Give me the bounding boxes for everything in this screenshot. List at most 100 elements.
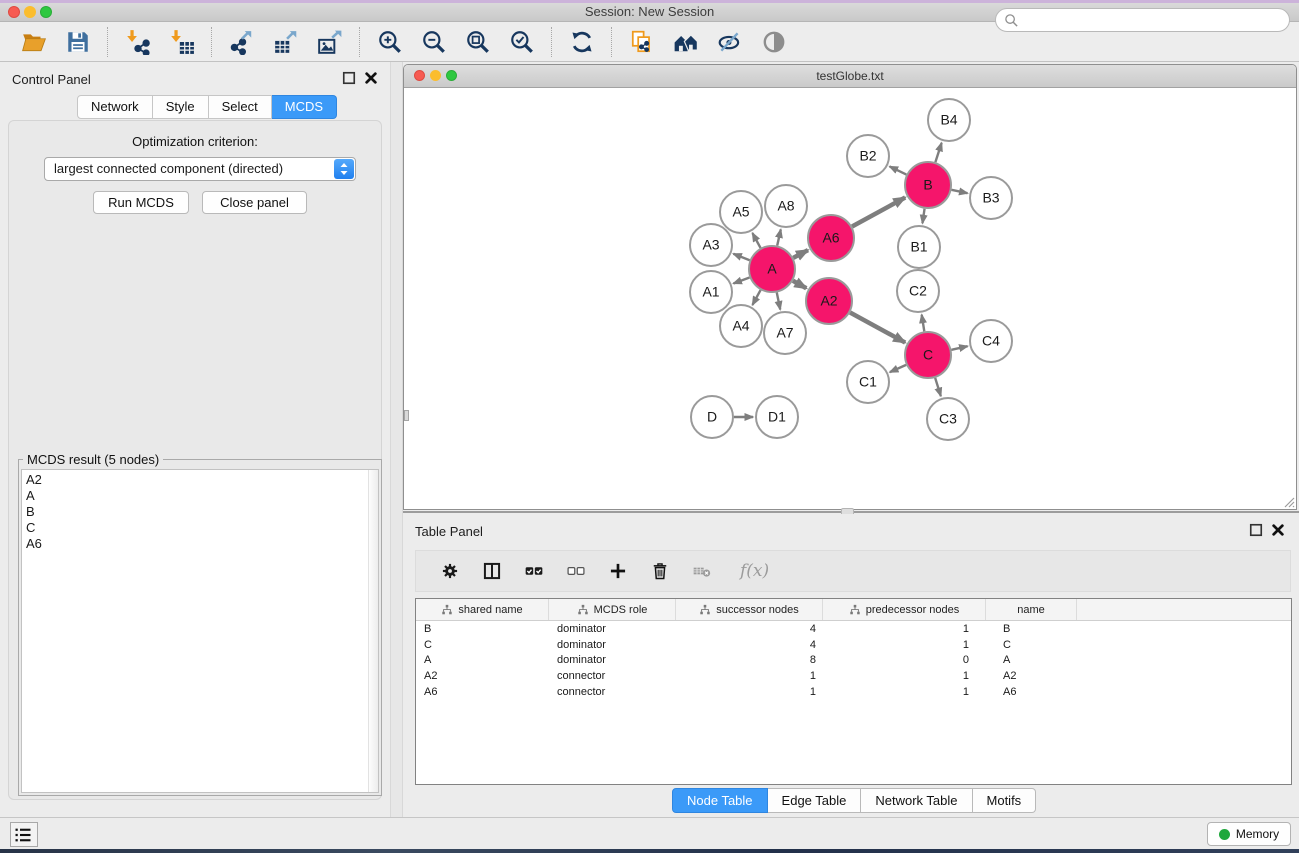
node-A2[interactable]: A2 [806,278,852,324]
panel-divider[interactable] [390,62,403,817]
table-cell[interactable]: dominator [549,639,676,651]
node-B2[interactable]: B2 [847,135,889,177]
edge-C-C4[interactable] [951,346,967,350]
result-item[interactable]: A6 [22,536,378,552]
table-cell[interactable]: 4 [676,639,823,651]
network-window-titlebar[interactable]: testGlobe.txt [404,65,1296,88]
table-cell[interactable]: 1 [823,623,986,635]
node-A8[interactable]: A8 [765,185,807,227]
table-cell[interactable]: 1 [676,670,823,682]
edge-A-A7[interactable] [777,293,780,310]
node-A7[interactable]: A7 [764,312,806,354]
table-cell[interactable]: B [416,623,549,635]
table-cell[interactable]: 0 [823,654,986,666]
table-cell[interactable]: 1 [676,686,823,698]
column-header-shared-name[interactable]: shared name [416,599,549,620]
deselect-all-rows-button[interactable] [564,559,588,583]
edge-A-A4[interactable] [752,290,760,305]
close-table-panel-icon[interactable] [1271,523,1285,537]
table-cell[interactable]: A6 [416,686,549,698]
result-item[interactable]: B [22,504,378,520]
table-row[interactable]: A6connector11A6 [416,684,1291,700]
float-table-panel-icon[interactable] [1249,523,1263,537]
mcds-result-list[interactable]: A2ABCA6 [21,469,379,793]
table-cell[interactable]: dominator [549,623,676,635]
window-resize-grip[interactable] [1284,497,1295,508]
edge-B-B3[interactable] [952,190,968,193]
edge-A-A6[interactable] [793,250,808,258]
result-item[interactable]: A2 [22,472,378,488]
split-columns-button[interactable] [480,559,504,583]
tab-motifs[interactable]: Motifs [973,788,1037,813]
table-cell[interactable]: A2 [986,670,1077,682]
node-C[interactable]: C [905,332,951,378]
column-header-predecessor-nodes[interactable]: predecessor nodes [823,599,986,620]
edge-A-A8[interactable] [777,229,781,245]
table-cell[interactable]: 1 [823,639,986,651]
table-cell[interactable]: 1 [823,670,986,682]
node-B[interactable]: B [905,162,951,208]
hide-details-button[interactable] [716,28,744,56]
tab-network-table[interactable]: Network Table [861,788,972,813]
horizontal-divider[interactable] [403,511,1299,513]
canvas-left-resize-handle[interactable] [404,410,409,421]
result-item[interactable]: A [22,488,378,504]
float-panel-icon[interactable] [342,71,356,85]
zoom-selected-button[interactable] [508,28,536,56]
table-settings-button[interactable] [438,559,462,583]
node-B3[interactable]: B3 [970,177,1012,219]
edge-A-A5[interactable] [752,233,760,248]
result-item[interactable]: C [22,520,378,536]
node-table[interactable]: shared nameMCDS rolesuccessor nodesprede… [415,598,1292,785]
node-B1[interactable]: B1 [898,226,940,268]
node-C2[interactable]: C2 [897,270,939,312]
node-A[interactable]: A [749,246,795,292]
column-header-MCDS-role[interactable]: MCDS role [549,599,676,620]
search-input[interactable] [1024,10,1283,32]
edge-C-C2[interactable] [922,315,925,332]
zoom-fit-button[interactable] [464,28,492,56]
table-cell[interactable]: A6 [986,686,1077,698]
node-C4[interactable]: C4 [970,320,1012,362]
network-canvas[interactable]: B4B2BB3A8A5A6A3B1AA1C2A2A4A7C4CC1C3DD1 [404,88,1296,509]
tab-network[interactable]: Network [77,95,153,119]
table-cell[interactable]: C [986,639,1077,651]
copy-network-button[interactable] [628,28,656,56]
criterion-select[interactable]: largest connected component (directed) [44,157,356,181]
table-cell[interactable]: 8 [676,654,823,666]
table-row[interactable]: Bdominator41B [416,621,1291,637]
tab-edge-table[interactable]: Edge Table [768,788,862,813]
select-all-rows-button[interactable] [522,559,546,583]
show-panels-button[interactable] [10,822,38,847]
table-cell[interactable]: A [986,654,1077,666]
table-cell[interactable]: 4 [676,623,823,635]
tab-select[interactable]: Select [209,95,272,119]
memory-button[interactable]: Memory [1207,822,1291,846]
tab-mcds[interactable]: MCDS [272,95,337,119]
edge-B-B1[interactable] [922,209,924,223]
table-cell[interactable]: dominator [549,654,676,666]
node-C3[interactable]: C3 [927,398,969,440]
edge-B-B2[interactable] [890,166,907,174]
node-D[interactable]: D [691,396,733,438]
export-table-button[interactable] [272,28,300,56]
delete-rows-button[interactable] [648,559,672,583]
node-C1[interactable]: C1 [847,361,889,403]
open-session-button[interactable] [20,28,48,56]
show-details-button[interactable] [760,28,788,56]
table-cell[interactable]: 1 [823,686,986,698]
edge-C-C1[interactable] [890,365,906,372]
export-network-button[interactable] [228,28,256,56]
tab-style[interactable]: Style [153,95,209,119]
table-row[interactable]: Adominator80A [416,652,1291,668]
node-A4[interactable]: A4 [720,305,762,347]
export-image-button[interactable] [316,28,344,56]
edge-A2-C[interactable] [850,312,905,342]
edge-A-A1[interactable] [733,277,749,283]
run-mcds-button[interactable]: Run MCDS [93,191,189,214]
home-button[interactable] [672,28,700,56]
tab-node-table[interactable]: Node Table [672,788,768,813]
close-panel-icon[interactable] [364,71,378,85]
edge-A-A2[interactable] [793,281,806,289]
table-cell[interactable]: A2 [416,670,549,682]
